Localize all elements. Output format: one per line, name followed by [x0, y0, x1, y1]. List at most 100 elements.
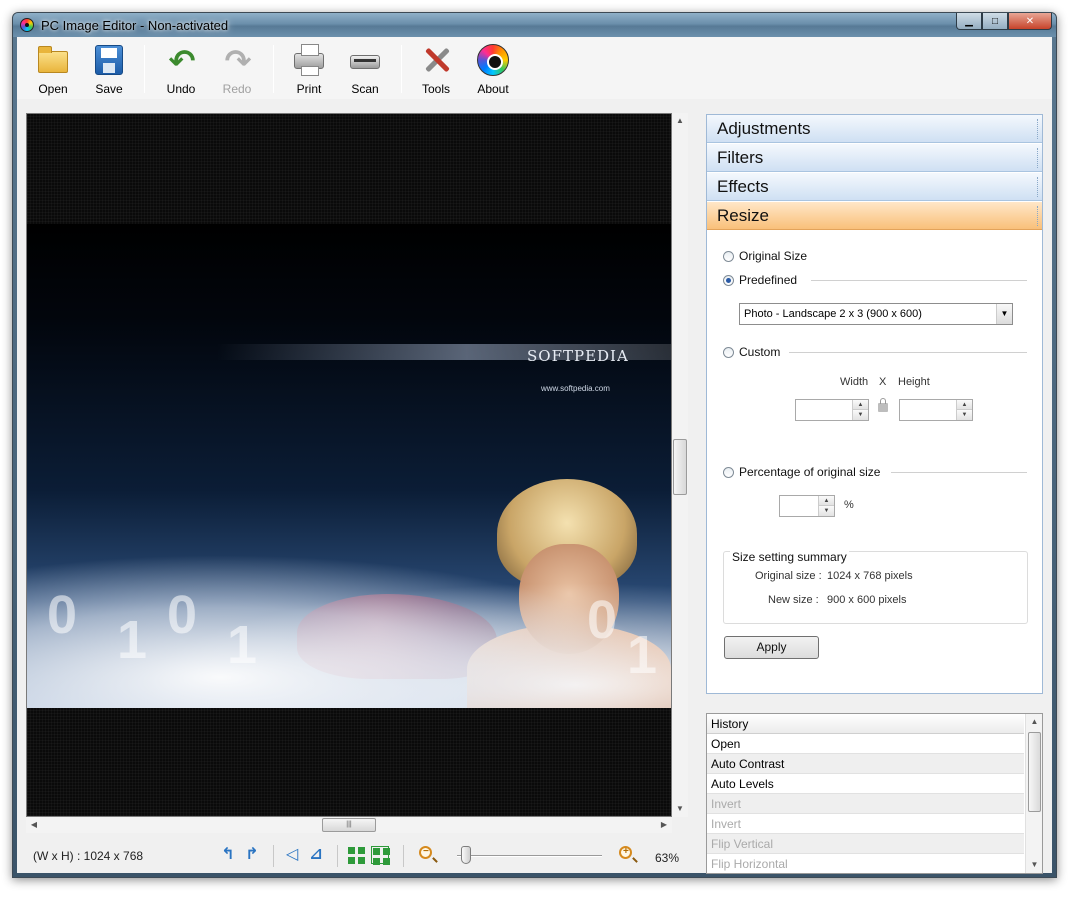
accordion-adjustments[interactable]: Adjustments [707, 115, 1042, 143]
spinner-down-icon[interactable]: ▼ [956, 410, 972, 420]
rotate-right-icon[interactable]: ↱ [243, 846, 261, 864]
scroll-down-icon[interactable]: ▼ [672, 801, 688, 817]
tools-button[interactable]: Tools [409, 41, 463, 97]
canvas-vertical-scrollbar[interactable]: ▲ ▼ [672, 113, 688, 817]
accordion-adjustments-label: Adjustments [717, 119, 811, 138]
spinner-down-icon[interactable]: ▼ [818, 506, 834, 516]
original-size-summary-label: Original size : [755, 570, 822, 582]
status-separator [273, 845, 274, 867]
zoom-slider-thumb[interactable] [461, 846, 472, 864]
fit-to-window-icon[interactable] [347, 846, 365, 864]
history-item[interactable]: Auto Levels [707, 774, 1024, 794]
open-button[interactable]: Open [26, 41, 80, 97]
history-item[interactable]: Invert [707, 814, 1024, 834]
history-panel: History Open Auto Contrast Auto Levels Inve… [706, 713, 1043, 874]
undo-button[interactable]: ↶ Undo [154, 41, 208, 97]
history-item[interactable]: Flip Vertical [707, 834, 1024, 854]
image-dimensions: (W x H) : 1024 x 768 [33, 849, 144, 863]
original-size-summary-value: 1024 x 768 pixels [827, 570, 913, 582]
original-size-radio[interactable] [723, 251, 734, 262]
title-bar[interactable]: PC Image Editor - Non-activated ▁ □ ✕ [13, 13, 1056, 37]
save-label: Save [95, 82, 123, 96]
size-summary-group: Size setting summary Original size : 102… [723, 550, 1028, 624]
lock-aspect-icon[interactable] [878, 398, 888, 412]
height-spinner[interactable]: ▲ ▼ [899, 399, 973, 421]
flip-horizontal-icon[interactable]: ⊿ [307, 846, 325, 864]
scanner-icon [348, 43, 382, 77]
history-item[interactable]: Open [707, 734, 1024, 754]
undo-label: Undo [166, 82, 196, 96]
accordion-filters-label: Filters [717, 148, 764, 167]
redo-arrow-icon: ↷ [224, 43, 252, 79]
about-button[interactable]: About [466, 41, 520, 97]
history-scrollbar[interactable]: ▲ ▼ [1025, 714, 1042, 873]
percentage-spinner[interactable]: ▲ ▼ [779, 495, 835, 517]
predefined-radio[interactable] [723, 275, 734, 286]
custom-label: Custom [739, 345, 781, 359]
percentage-radio[interactable] [723, 467, 734, 478]
scroll-up-icon[interactable]: ▲ [1026, 714, 1042, 730]
close-button[interactable]: ✕ [1008, 13, 1052, 30]
width-spinner[interactable]: ▲ ▼ [795, 399, 869, 421]
group-divider [789, 352, 1027, 353]
image-canvas[interactable]: SOFTPEDIA www.softpedia.com 01 01 01 [26, 113, 672, 817]
zoom-out-icon: − [419, 846, 432, 859]
x-label: X [879, 376, 887, 388]
new-size-summary-label: New size : [768, 594, 819, 606]
zoom-percentage: 63% [655, 851, 680, 865]
accordion-resize[interactable]: Resize [707, 202, 1042, 230]
predefined-size-select[interactable]: Photo - Landscape 2 x 3 (900 x 600) ▼ [739, 303, 1013, 325]
accordion-effects[interactable]: Effects [707, 173, 1042, 201]
status-bar: (W x H) : 1024 x 768 ↰ ↱ ◁ ⊿ − + 63% [17, 837, 697, 873]
about-label: About [477, 82, 509, 96]
scan-button[interactable]: Scan [338, 41, 392, 97]
zoom-slider-track[interactable] [457, 855, 602, 857]
history-item[interactable]: Invert [707, 794, 1024, 814]
maximize-button[interactable]: □ [982, 13, 1008, 30]
redo-label: Redo [222, 82, 252, 96]
save-button[interactable]: Save [82, 41, 136, 97]
folder-open-icon [36, 43, 70, 77]
image-viewport: SOFTPEDIA www.softpedia.com 01 01 01 ▲ ▼… [26, 113, 688, 833]
spinner-up-icon[interactable]: ▲ [818, 496, 834, 506]
chevron-down-icon[interactable]: ▼ [996, 304, 1012, 324]
scan-label: Scan [351, 82, 379, 96]
spinner-down-icon[interactable]: ▼ [852, 410, 868, 420]
canvas-horizontal-scrollbar[interactable]: ◀ ||| ▶ [26, 817, 672, 833]
history-item[interactable]: Flip Horizontal [707, 854, 1024, 873]
spinner-up-icon[interactable]: ▲ [852, 400, 868, 410]
scroll-down-icon[interactable]: ▼ [1026, 857, 1042, 873]
custom-radio[interactable] [723, 347, 734, 358]
history-item[interactable]: Auto Contrast [707, 754, 1024, 774]
percent-sign: % [844, 499, 854, 511]
history-header: History [707, 714, 1024, 734]
tools-label: Tools [421, 82, 450, 96]
scroll-up-icon[interactable]: ▲ [672, 113, 688, 129]
accordion-filters[interactable]: Filters [707, 144, 1042, 172]
group-divider [891, 472, 1027, 473]
flip-vertical-icon[interactable]: ◁ [283, 846, 301, 864]
grip-icon [1037, 206, 1039, 226]
image-watermark-text: SOFTPEDIA [527, 347, 629, 365]
zoom-in-button[interactable]: + [619, 846, 637, 864]
rotate-left-icon[interactable]: ↰ [219, 846, 237, 864]
minimize-button[interactable]: ▁ [956, 13, 982, 30]
loaded-image[interactable]: SOFTPEDIA www.softpedia.com 01 01 01 [27, 224, 671, 708]
history-scroll-thumb[interactable] [1028, 732, 1041, 812]
scroll-right-icon[interactable]: ▶ [656, 817, 672, 833]
zoom-out-button[interactable]: − [419, 846, 437, 864]
spinner-up-icon[interactable]: ▲ [956, 400, 972, 410]
horizontal-scroll-thumb[interactable]: ||| [322, 818, 376, 832]
vertical-scroll-thumb[interactable] [673, 439, 687, 495]
print-label: Print [296, 82, 322, 96]
print-button[interactable]: Print [282, 41, 336, 97]
scroll-left-icon[interactable]: ◀ [26, 817, 42, 833]
redo-button[interactable]: ↷ Redo [210, 41, 264, 97]
app-window: PC Image Editor - Non-activated ▁ □ ✕ Op… [12, 12, 1057, 878]
status-separator [403, 845, 404, 867]
apply-button[interactable]: Apply [724, 636, 819, 659]
window-title: PC Image Editor - Non-activated [41, 18, 229, 33]
toolbar-separator [401, 45, 402, 93]
new-size-summary-value: 900 x 600 pixels [827, 594, 907, 606]
actual-size-icon[interactable] [371, 846, 390, 865]
